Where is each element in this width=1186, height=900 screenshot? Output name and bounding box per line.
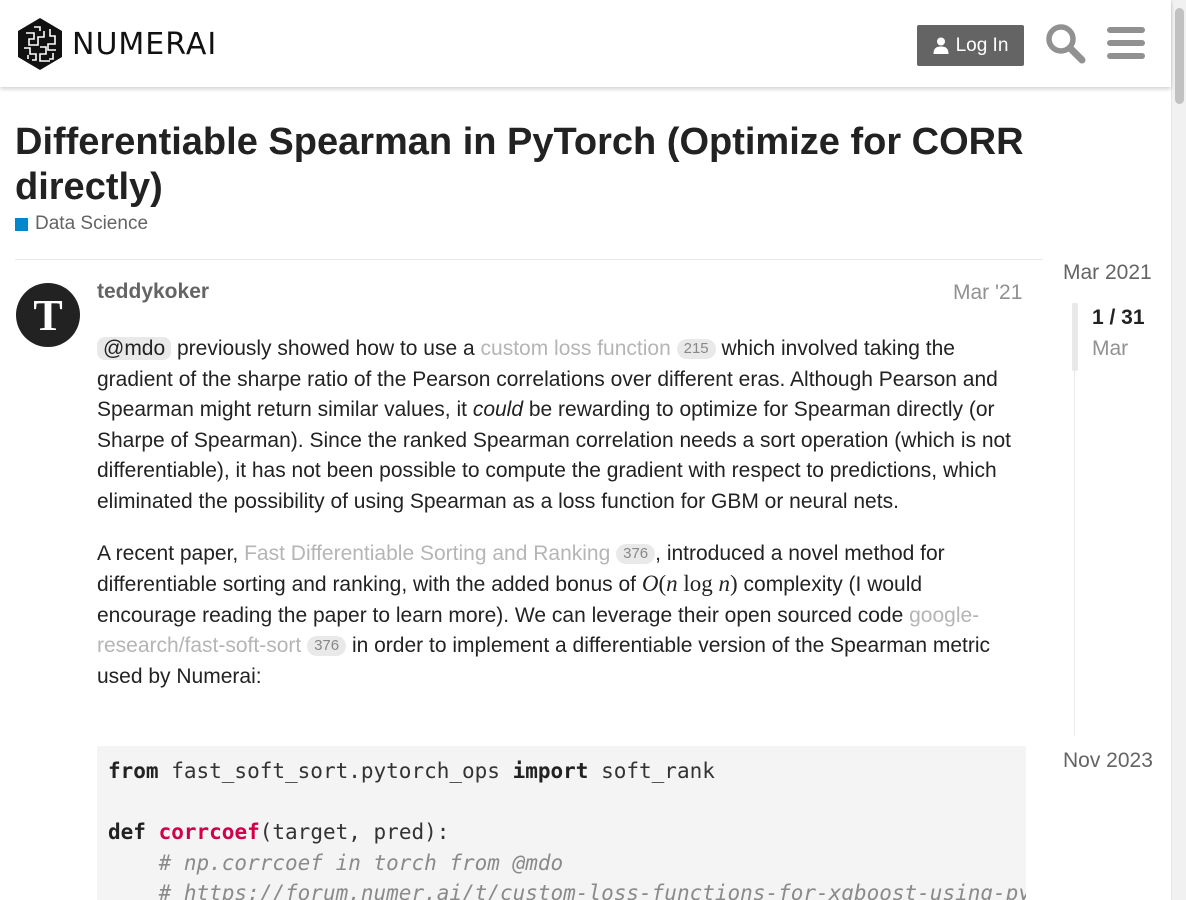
user-mention[interactable]: @mdo — [97, 337, 172, 360]
numerai-logo-icon — [18, 18, 62, 70]
timeline-end-date[interactable]: Nov 2023 — [1063, 749, 1153, 773]
paper-link[interactable]: Fast Differentiable Sorting and Ranking — [244, 542, 610, 565]
hamburger-menu-icon[interactable] — [1107, 26, 1145, 60]
link-click-count: 215 — [676, 339, 716, 359]
emphasis-text: could — [472, 398, 524, 422]
post-body: @mdo previously showed how to use a cust… — [97, 334, 1027, 714]
post-paragraph-2: A recent paper, Fast Differentiable Sort… — [97, 539, 1027, 693]
complexity-formula: O(n log n) — [641, 571, 738, 597]
code-keyword: def — [108, 820, 146, 844]
code-keyword: import — [512, 759, 589, 783]
search-icon[interactable] — [1044, 22, 1086, 64]
avatar[interactable]: T — [16, 283, 80, 347]
login-button-label: Log In — [955, 34, 1009, 56]
user-icon — [933, 37, 949, 54]
post-paragraph-1: @mdo previously showed how to use a cust… — [97, 334, 1027, 518]
timeline-post-position: 1 / 31 — [1092, 306, 1145, 329]
code-comment: # np.corrcoef in torch from @mdo — [158, 850, 564, 875]
category-badge[interactable]: Data Science — [15, 213, 148, 235]
link-click-count: 376 — [616, 543, 656, 564]
post-username[interactable]: teddykoker — [97, 280, 209, 304]
site-header: NUMERAI Log In — [0, 0, 1171, 87]
logo-wordmark: NUMERAI — [72, 26, 218, 62]
code-text: soft_rank — [588, 759, 715, 783]
login-button[interactable]: Log In — [917, 25, 1024, 66]
code-comment: # https://forum.numer.ai/t/custom-loss-f… — [158, 881, 1026, 900]
timeline-handle[interactable] — [1072, 303, 1078, 371]
link-click-count: 376 — [307, 636, 347, 657]
timeline-start-date[interactable]: Mar 2021 — [1063, 261, 1152, 285]
site-logo[interactable]: NUMERAI — [16, 17, 217, 71]
code-text: (target, pred): — [259, 820, 450, 844]
code-keyword: from — [108, 759, 159, 783]
custom-loss-function-link[interactable]: custom loss function — [481, 337, 671, 360]
topic-title[interactable]: Differentiable Spearman in PyTorch (Opti… — [15, 120, 1055, 210]
post-date[interactable]: Mar '21 — [953, 281, 1022, 305]
topic-divider — [15, 259, 1043, 260]
page-scrollbar[interactable] — [1171, 0, 1186, 900]
code-text: fast_soft_sort.pytorch_ops — [158, 759, 513, 783]
page-scrollbar-thumb[interactable] — [1175, 8, 1184, 104]
code-block[interactable]: from fast_soft_sort.pytorch_ops import s… — [97, 746, 1026, 900]
text: A recent paper, — [97, 541, 245, 565]
timeline-current-date: Mar — [1092, 337, 1129, 360]
code-function-name: corrcoef — [158, 820, 260, 844]
category-name: Data Science — [35, 213, 149, 234]
text: previously showed how to use a — [171, 337, 481, 360]
category-color-square — [15, 217, 28, 231]
